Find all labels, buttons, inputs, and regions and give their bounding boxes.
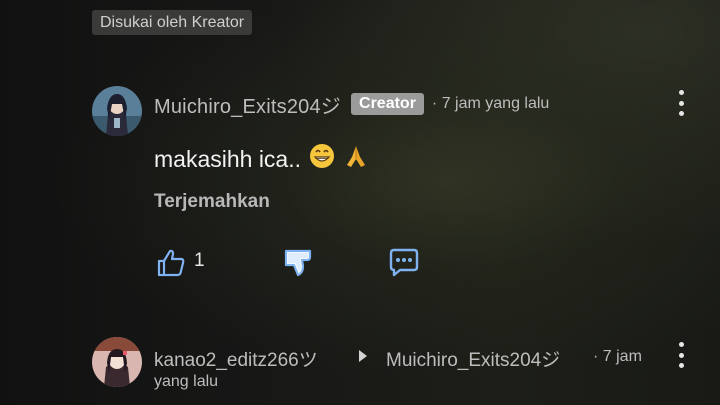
- reply-username[interactable]: kanao2_editz266ツ: [154, 345, 318, 372]
- comment-body: makasihh ica..: [154, 145, 302, 172]
- avatar[interactable]: [92, 337, 142, 387]
- reply-arrow-icon: [359, 350, 367, 362]
- liked-by-creator-chip: Disukai oleh Kreator: [92, 10, 253, 35]
- comment-username[interactable]: Muichiro_Exits204ジ: [154, 90, 341, 119]
- comment-timestamp: · 7 jam yang lalu: [431, 95, 550, 112]
- reply-timestamp-continued: yang lalu: [154, 373, 219, 390]
- avatar-image-kanao: [92, 337, 142, 387]
- more-options-icon[interactable]: [671, 88, 691, 118]
- avatar[interactable]: [92, 86, 142, 136]
- reply-timestamp: · 7 jam: [593, 348, 642, 365]
- avatar-image-muichiro: [92, 86, 142, 136]
- more-options-icon[interactable]: [671, 340, 691, 370]
- comment-header: Muichiro_Exits204ジ Creator · 7 jam yang …: [154, 90, 549, 118]
- pray-emoji-icon: [343, 143, 369, 175]
- reply-target-username[interactable]: Muichiro_Exits204ジ: [386, 345, 560, 372]
- creator-badge: Creator: [351, 93, 424, 115]
- thumbs-down-icon[interactable]: [282, 247, 314, 279]
- translate-link[interactable]: Terjemahkan: [154, 191, 270, 213]
- like-count: 1: [194, 250, 205, 271]
- reply-header: kanao2_editz266ツ Muichiro_Exits204ジ · 7 …: [154, 345, 664, 405]
- comment-text: makasihh ica..: [154, 143, 369, 175]
- grin-emoji-icon: [309, 143, 335, 175]
- reply-icon[interactable]: [388, 247, 420, 277]
- thumbs-up-icon[interactable]: [155, 247, 187, 279]
